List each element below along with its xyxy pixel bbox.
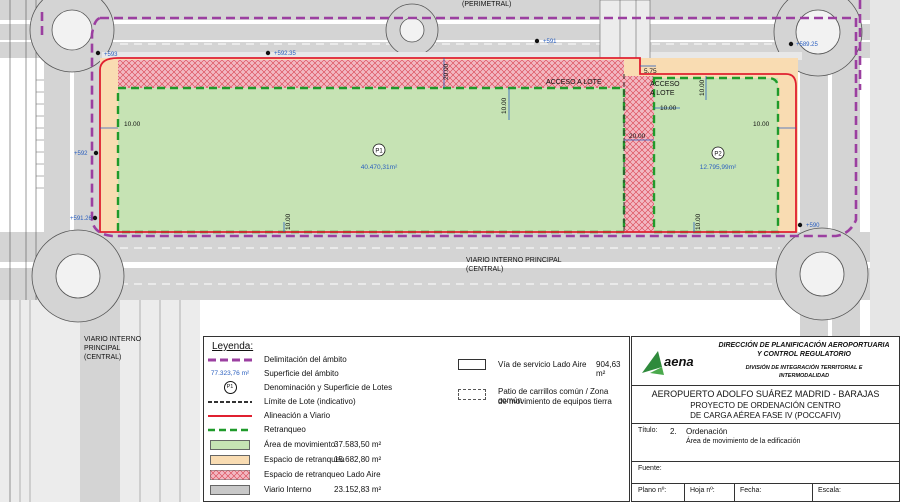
legend-item: 77.323,76 m² Superficie del ámbito <box>210 369 339 378</box>
label-left-1: VIARIO INTERNO <box>84 336 142 343</box>
legend-item: Espacio de retranqueo Lado Aire <box>204 467 381 482</box>
access-label: ACCESO <box>650 81 680 88</box>
tb-title: Título: 2. Ordenación Área de movimiento… <box>632 423 899 462</box>
legend-item: Retranqueo <box>208 425 306 434</box>
label-left-3: (CENTRAL) <box>84 354 121 361</box>
legend-item: Área de movimiento 37.583,50 m² <box>204 437 629 452</box>
label-left-2: PRINCIPAL <box>84 345 121 352</box>
dimension-label: 20.00 <box>629 133 646 140</box>
legend-symbol-text: 77.323,76 m² <box>210 370 250 377</box>
access-label: ACCESO A LOTE <box>546 79 602 86</box>
legend-item: Delimitación del ámbito <box>208 355 347 364</box>
elevation-label: +591.26 <box>70 216 93 222</box>
dimension-label: 10.00 <box>753 121 770 128</box>
elevation-label: +593 <box>104 52 118 58</box>
roundabout-bottom-left <box>31 229 125 323</box>
legend: Leyenda: Delimitación del ámbito 77.323,… <box>203 336 630 502</box>
lot-id: P2 <box>714 152 722 158</box>
elevation-label: +591 <box>543 39 557 45</box>
dimension-label: 10.00 <box>501 97 508 114</box>
legend-item: Espacio de retranqueo 15.682,80 m² <box>204 452 629 467</box>
roundabout-bottom-right <box>775 227 869 321</box>
dimension-label: 10.00 <box>695 213 702 230</box>
label-perimetral: (PERIMETRAL) <box>462 1 511 8</box>
label-central-1: VIARIO INTERNO PRINCIPAL <box>466 257 562 264</box>
tb-source: Fuente: <box>632 461 899 484</box>
legend-title: Leyenda: <box>212 341 254 352</box>
lot-id: P1 <box>375 149 383 155</box>
legend-item: Viario Interno 23.152,83 m² <box>204 482 629 497</box>
title-block: aena DIRECCIÓN DE PLANIFICACIÓN AEROPORT… <box>631 336 900 502</box>
elevation-label: +589.25 <box>796 42 819 48</box>
dimension-label: 10.00 <box>124 121 141 128</box>
roundabout-top-mid <box>385 3 439 57</box>
dimension-label: 5.75 <box>644 68 657 75</box>
dimension-label: 10.00 <box>660 105 677 112</box>
dimension-label: 20.00 <box>443 63 450 80</box>
elevation-label: +592.35 <box>274 51 297 57</box>
dimension-label: 10.00 <box>285 213 292 230</box>
legend-item: Límite de Lote (indicativo) <box>208 397 356 406</box>
airside-setback-between <box>624 76 654 232</box>
lot-area: 12.795,99m² <box>700 164 737 171</box>
legend-symbol-text: P1 <box>223 381 237 394</box>
elevation-label: +590 <box>806 223 820 229</box>
access-label: A LOTE <box>650 90 675 97</box>
label-central-2: (CENTRAL) <box>466 266 503 273</box>
dimension-label: 10.00 <box>699 79 706 96</box>
tb-project: AEROPUERTO ADOLFO SUÁREZ MADRID - BARAJA… <box>632 385 899 424</box>
legend-item: P1 Denominación y Superficie de Lotes <box>204 380 392 395</box>
aena-wordmark: aena <box>664 354 694 369</box>
tb-header: aena DIRECCIÓN DE PLANIFICACIÓN AEROPORT… <box>632 337 899 386</box>
elevation-label: +592 <box>74 151 88 157</box>
lot-area: 40.470,31m² <box>361 164 398 171</box>
legend-item: Alineación a Viario <box>208 411 331 420</box>
tb-footer: Plano nº: Hoja nº: Fecha: Escala: <box>632 483 899 501</box>
top-road <box>0 0 900 58</box>
movement-area-p1 <box>118 88 624 232</box>
